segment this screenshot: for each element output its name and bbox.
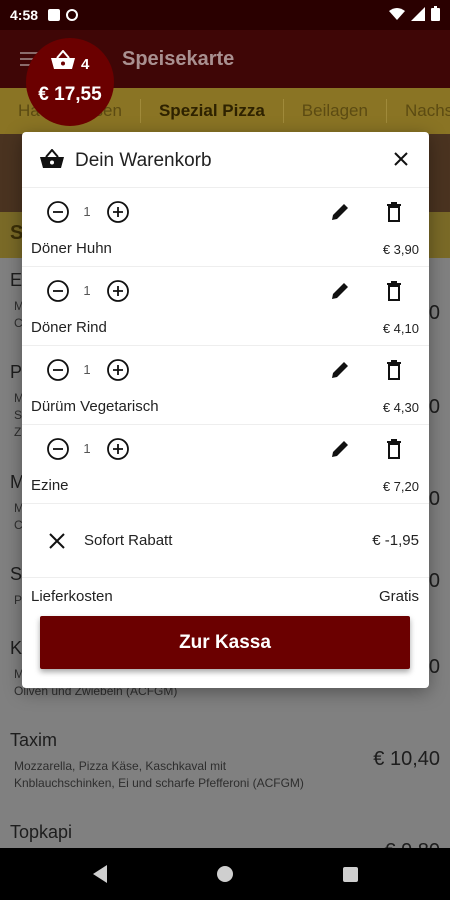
item-quantity: 1 (83, 362, 91, 377)
item-price: 0 (428, 302, 440, 324)
item-name: Topkapi (10, 822, 73, 842)
item-name: Döner Huhn (31, 240, 112, 257)
cart-item: 1 Döner Huhn € 3,90 (22, 188, 429, 267)
minus-circle-icon[interactable] (46, 200, 70, 224)
item-quantity: 1 (83, 204, 91, 219)
tab-spezial-pizza[interactable]: Spezial Pizza (141, 99, 284, 123)
item-price: 0 (428, 488, 440, 510)
recent-apps-icon[interactable] (342, 866, 358, 882)
trash-icon[interactable] (382, 437, 406, 461)
close-icon[interactable] (389, 147, 413, 171)
item-name: K (10, 638, 23, 658)
item-name: Döner Rind (31, 319, 107, 336)
discount-label: Sofort Rabatt (84, 532, 173, 549)
item-price: € 4,30 (382, 400, 419, 415)
pencil-icon[interactable] (328, 437, 352, 461)
cart-dialog: Dein Warenkorb 1 Döner Huhn € 3,90 1 Dön… (22, 132, 429, 688)
basket-icon (40, 148, 64, 174)
tab-beilagen[interactable]: Beilagen (284, 99, 387, 123)
cart-total: € 17,55 (38, 84, 102, 105)
cart-count: 4 (81, 56, 90, 73)
discount-row: Sofort Rabatt € -1,95 (22, 504, 429, 578)
delivery-label: Lieferkosten (31, 588, 113, 605)
plus-circle-icon[interactable] (106, 200, 130, 224)
minus-circle-icon[interactable] (46, 437, 70, 461)
item-name: S (10, 564, 23, 584)
remove-discount-icon[interactable] (46, 530, 68, 552)
cart-header: Dein Warenkorb (22, 132, 429, 188)
item-description: Mozzarella, Pizza Käse, Kaschkaval mit K… (14, 759, 304, 790)
back-icon[interactable] (92, 865, 107, 883)
battery-icon (431, 6, 440, 24)
sim-icon (48, 9, 61, 21)
trash-icon[interactable] (382, 279, 406, 303)
cart-item: 1 Ezine € 7,20 (22, 425, 429, 504)
item-price: € 3,90 (382, 242, 419, 257)
pencil-icon[interactable] (328, 279, 352, 303)
item-price: 0 (428, 656, 440, 678)
item-name: E (10, 270, 23, 290)
delivery-value: Gratis (378, 588, 419, 605)
cart-item: 1 Döner Rind € 4,10 (22, 267, 429, 346)
minus-circle-icon[interactable] (46, 358, 70, 382)
cart-title: Dein Warenkorb (75, 150, 212, 171)
item-price: 0 (428, 570, 440, 592)
status-bar: 4:58 (0, 0, 450, 30)
item-price: € 4,10 (382, 321, 419, 336)
home-icon[interactable] (216, 866, 233, 882)
item-name: P (10, 362, 23, 382)
pencil-icon[interactable] (328, 200, 352, 224)
status-time: 4:58 (10, 7, 39, 23)
trash-icon[interactable] (382, 200, 406, 224)
system-nav-bar (0, 848, 450, 900)
page-title: Speisekarte (122, 47, 235, 70)
discount-value: € -1,95 (372, 532, 419, 549)
item-price: 0 (428, 396, 440, 418)
data-saver-icon (66, 9, 79, 21)
item-name: Taxim (10, 730, 58, 750)
item-name: Dürüm Vegetarisch (31, 398, 159, 415)
minus-circle-icon[interactable] (46, 279, 70, 303)
checkout-button[interactable]: Zur Kassa (40, 616, 410, 669)
plus-circle-icon[interactable] (106, 358, 130, 382)
delivery-row: Lieferkosten Gratis (22, 578, 429, 614)
tab-nachspeisen[interactable]: Nachspeisen (387, 99, 450, 123)
trash-icon[interactable] (382, 358, 406, 382)
pencil-icon[interactable] (328, 358, 352, 382)
cart-badge[interactable]: 4 € 17,55 (26, 38, 114, 126)
plus-circle-icon[interactable] (106, 437, 130, 461)
basket-icon (50, 49, 76, 75)
signal-icon (411, 6, 425, 24)
item-name: Ezine (31, 477, 69, 494)
item-price: € 7,20 (382, 479, 419, 494)
item-quantity: 1 (83, 283, 91, 298)
item-price: € 10,40 (373, 748, 440, 770)
plus-circle-icon[interactable] (106, 279, 130, 303)
cart-item: 1 Dürüm Vegetarisch € 4,30 (22, 346, 429, 425)
item-quantity: 1 (83, 441, 91, 456)
wifi-icon (389, 7, 405, 24)
